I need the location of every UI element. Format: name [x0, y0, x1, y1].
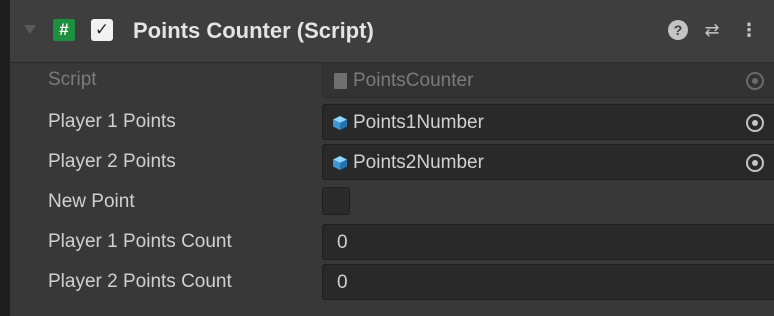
- component-enabled-checkbox[interactable]: ✓: [91, 19, 113, 41]
- csharp-script-icon: #: [53, 19, 75, 41]
- player2-points-field[interactable]: Points2Number: [322, 144, 774, 180]
- help-icon[interactable]: ?: [668, 20, 688, 40]
- gameobject-cube-icon: [333, 116, 347, 130]
- player1-points-value: Points1Number: [353, 112, 484, 133]
- object-picker-icon[interactable]: [746, 114, 764, 132]
- object-picker-icon[interactable]: [746, 154, 764, 172]
- preset-sliders-icon[interactable]: ⇄: [700, 18, 724, 42]
- player1-points-count-value: 0: [337, 232, 348, 253]
- script-label: Script: [48, 69, 97, 90]
- player1-points-label: Player 1 Points: [48, 111, 176, 132]
- script-file-icon: [334, 73, 347, 89]
- component-header[interactable]: # ✓ Points Counter (Script) ? ⇄ ⋮: [10, 0, 774, 63]
- foldout-arrow-icon[interactable]: [24, 25, 36, 34]
- player2-points-value: Points2Number: [353, 152, 484, 173]
- player2-points-label: Player 2 Points: [48, 151, 176, 172]
- new-point-label: New Point: [48, 191, 135, 212]
- player1-points-count-input[interactable]: 0: [322, 224, 774, 260]
- gameobject-cube-icon: [333, 156, 347, 170]
- object-picker-icon: [746, 72, 764, 90]
- player1-points-count-label: Player 1 Points Count: [48, 231, 232, 252]
- inspector-component-panel: # ✓ Points Counter (Script) ? ⇄ ⋮ Script…: [10, 0, 774, 316]
- player2-points-count-label: Player 2 Points Count: [48, 271, 232, 292]
- script-value: PointsCounter: [353, 70, 474, 91]
- kebab-menu-icon[interactable]: ⋮: [740, 18, 758, 42]
- script-object-field: PointsCounter: [322, 62, 774, 98]
- new-point-checkbox[interactable]: [322, 187, 350, 215]
- component-title: Points Counter (Script): [133, 18, 374, 43]
- player1-points-field[interactable]: Points1Number: [322, 104, 774, 140]
- player2-points-count-input[interactable]: 0: [322, 264, 774, 300]
- player2-points-count-value: 0: [337, 272, 348, 293]
